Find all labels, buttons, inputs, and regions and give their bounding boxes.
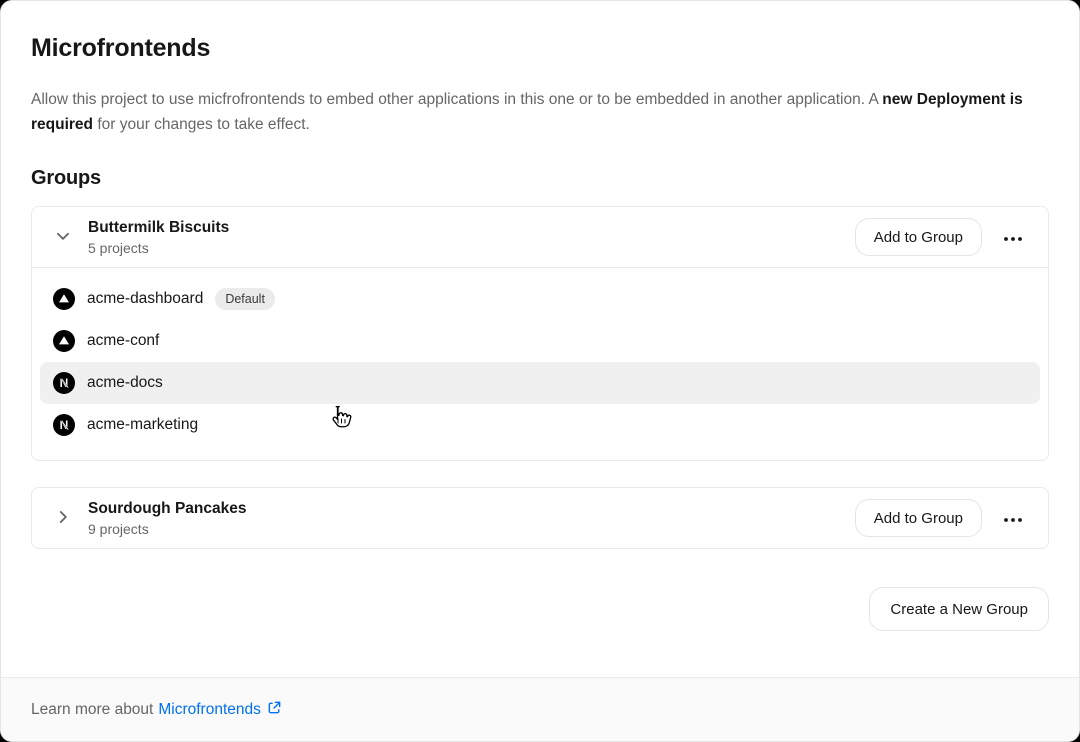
create-new-group-button[interactable]: Create a New Group: [869, 587, 1049, 631]
group-name: Sourdough Pancakes: [88, 500, 246, 518]
project-row-acme-conf[interactable]: acme-conf: [40, 320, 1040, 362]
collapse-group-button[interactable]: [50, 224, 76, 250]
project-name: acme-conf: [87, 332, 159, 350]
group-meta: Sourdough Pancakes 9 projects: [88, 500, 246, 537]
ellipsis-icon: [1003, 511, 1023, 526]
description-text: Allow this project to use micfrofrontend…: [31, 91, 882, 108]
description-text-after: for your changes to take effect.: [93, 116, 310, 133]
group-menu-button[interactable]: [996, 501, 1030, 535]
add-to-group-button[interactable]: Add to Group: [855, 218, 982, 256]
microfrontends-settings-page: Microfrontends Allow this project to use…: [0, 0, 1080, 742]
footer-text: Learn more about: [31, 701, 153, 719]
vercel-logo-icon: [53, 288, 75, 310]
groups-heading: Groups: [31, 167, 1049, 190]
page-title: Microfrontends: [31, 1, 1049, 63]
add-to-group-button[interactable]: Add to Group: [855, 499, 982, 537]
group-card-sourdough-pancakes: Sourdough Pancakes 9 projects Add to Gro…: [31, 487, 1049, 549]
group-header: Buttermilk Biscuits 5 projects Add to Gr…: [32, 207, 1048, 267]
group-card-buttermilk-biscuits: Buttermilk Biscuits 5 projects Add to Gr…: [31, 206, 1049, 461]
group-header: Sourdough Pancakes 9 projects Add to Gro…: [32, 488, 1048, 548]
nextjs-logo-icon: N: [53, 372, 75, 394]
chevron-down-icon: [54, 227, 72, 248]
ellipsis-icon: [1003, 230, 1023, 245]
project-name: acme-dashboard: [87, 290, 203, 308]
vercel-logo-icon: [53, 330, 75, 352]
microfrontends-docs-link[interactable]: Microfrontends: [158, 700, 282, 720]
project-name: acme-marketing: [87, 416, 198, 434]
group-name: Buttermilk Biscuits: [88, 219, 229, 237]
group-menu-button[interactable]: [996, 220, 1030, 254]
footer-link-label: Microfrontends: [158, 701, 261, 719]
project-row-acme-marketing[interactable]: N acme-marketing: [40, 404, 1040, 446]
default-badge: Default: [215, 288, 275, 310]
project-name: acme-docs: [87, 374, 163, 392]
group-project-count: 5 projects: [88, 240, 229, 256]
group-project-count: 9 projects: [88, 521, 246, 537]
footer: Learn more about Microfrontends: [1, 677, 1079, 741]
chevron-right-icon: [54, 508, 72, 529]
group-meta: Buttermilk Biscuits 5 projects: [88, 219, 229, 256]
expand-group-button[interactable]: [50, 505, 76, 531]
project-row-acme-dashboard[interactable]: acme-dashboard Default: [40, 278, 1040, 320]
nextjs-logo-icon: N: [53, 414, 75, 436]
project-list: acme-dashboard Default acme-conf N acme-…: [32, 268, 1048, 460]
project-row-acme-docs[interactable]: N acme-docs: [40, 362, 1040, 404]
page-description: Allow this project to use micfrofrontend…: [31, 87, 1041, 137]
external-link-icon: [267, 700, 282, 720]
